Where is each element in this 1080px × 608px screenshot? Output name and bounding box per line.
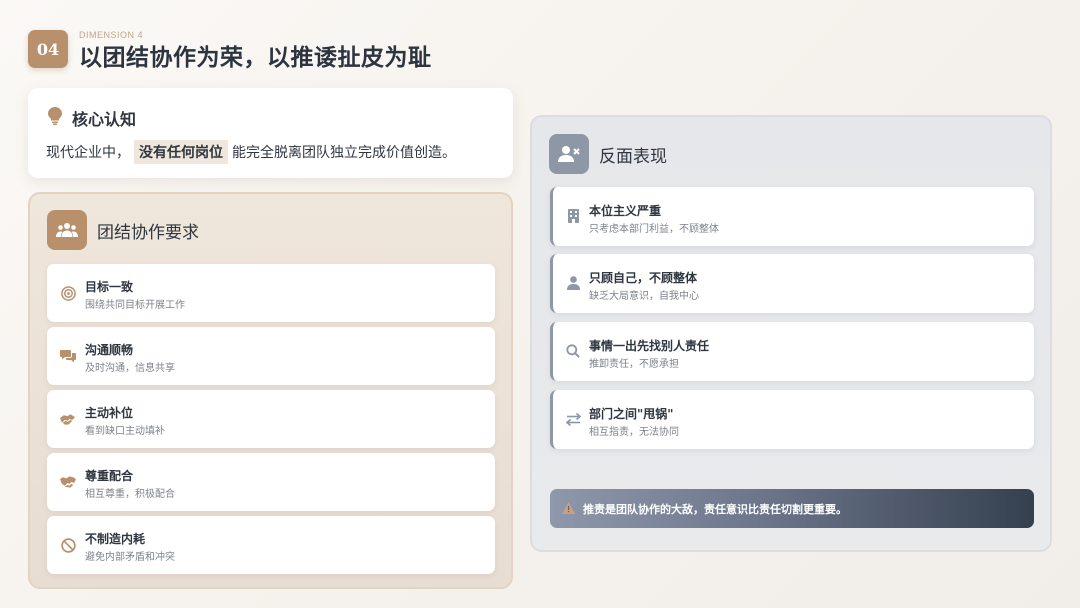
ban-icon <box>60 537 76 553</box>
core-text-after: 能完全脱离团队独立完成价值创造。 <box>232 145 456 161</box>
negatives-title: 反面表现 <box>599 146 667 167</box>
requirement-desc: 避免内部矛盾和冲突 <box>85 552 175 563</box>
negative-title: 部门之间"甩锅" <box>589 407 674 421</box>
requirement-title: 主动补位 <box>85 406 134 420</box>
requirements-panel: 团结协作要求 目标一致 围绕共同目标开展工作 沟通顺畅 及时沟通，信息共享 主动… <box>28 192 513 589</box>
negative-title: 只顾自己，不顾整体 <box>589 271 698 285</box>
core-highlight: 没有任何岗位 <box>134 140 228 164</box>
negative-item: 只顾自己，不顾整体 缺乏大局意识，自我中心 <box>550 254 1034 313</box>
section-number-badge: 04 <box>28 30 68 68</box>
negative-desc: 推卸责任，不愿承担 <box>589 359 679 370</box>
warning-icon <box>562 499 575 518</box>
warning-text: 推责是团队协作的大敌，责任意识比责任切割更重要。 <box>583 502 847 516</box>
requirements-header: 团结协作要求 <box>47 210 199 250</box>
negative-title: 本位主义严重 <box>589 204 662 218</box>
building-icon <box>565 208 581 224</box>
requirement-item: 目标一致 围绕共同目标开展工作 <box>47 264 495 322</box>
core-statement: 现代企业中， 没有任何岗位 能完全脱离团队独立完成价值创造。 <box>46 140 456 164</box>
requirement-desc: 看到缺口主动填补 <box>85 426 165 437</box>
core-card-title: 核心认知 <box>72 110 137 129</box>
requirement-desc: 围绕共同目标开展工作 <box>85 300 185 311</box>
requirement-desc: 及时沟通，信息共享 <box>85 363 175 374</box>
requirement-item: 沟通顺畅 及时沟通，信息共享 <box>47 327 495 385</box>
negative-desc: 只考虑本部门利益，不顾整体 <box>589 224 719 235</box>
handshake-icon <box>60 474 76 490</box>
search-icon <box>565 343 581 359</box>
core-cognition-card: 核心认知 现代企业中， 没有任何岗位 能完全脱离团队独立完成价值创造。 <box>28 88 513 178</box>
negative-title: 事情一出先找别人责任 <box>589 339 710 353</box>
user-x-icon <box>549 134 589 174</box>
negative-item: 部门之间"甩锅" 相互指责，无法协同 <box>550 390 1034 449</box>
core-card-header: 核心认知 <box>48 106 136 130</box>
requirement-title: 沟通顺畅 <box>85 343 134 357</box>
negative-item: 事情一出先找别人责任 推卸责任，不愿承担 <box>550 322 1034 381</box>
requirement-title: 不制造内耗 <box>85 532 146 546</box>
user-icon <box>565 275 581 291</box>
hands-helping-icon <box>60 411 76 427</box>
requirement-title: 尊重配合 <box>85 469 134 483</box>
negative-item: 本位主义严重 只考虑本部门利益，不顾整体 <box>550 187 1034 246</box>
requirements-title: 团结协作要求 <box>97 222 199 243</box>
target-icon <box>60 285 76 301</box>
requirement-title: 目标一致 <box>85 280 134 294</box>
requirement-item: 不制造内耗 避免内部矛盾和冲突 <box>47 516 495 574</box>
lightbulb-icon <box>48 107 62 129</box>
warning-banner: 推责是团队协作的大敌，责任意识比责任切割更重要。 <box>550 489 1034 528</box>
negatives-panel: 反面表现 本位主义严重 只考虑本部门利益，不顾整体 只顾自己，不顾整体 缺乏大局… <box>530 115 1052 552</box>
negative-desc: 缺乏大局意识，自我中心 <box>589 291 699 302</box>
requirement-item: 尊重配合 相互尊重，积极配合 <box>47 453 495 511</box>
chat-icon <box>60 348 76 364</box>
negative-desc: 相互指责，无法协同 <box>589 427 679 438</box>
requirement-desc: 相互尊重，积极配合 <box>85 489 175 500</box>
section-number: 04 <box>36 39 60 59</box>
page-title: 以团结协作为荣，以推诿扯皮为耻 <box>79 44 432 71</box>
users-icon <box>47 210 87 250</box>
core-text-before: 现代企业中， <box>46 145 130 161</box>
exchange-icon <box>565 411 581 427</box>
requirement-item: 主动补位 看到缺口主动填补 <box>47 390 495 448</box>
negatives-header: 反面表现 <box>549 134 667 174</box>
